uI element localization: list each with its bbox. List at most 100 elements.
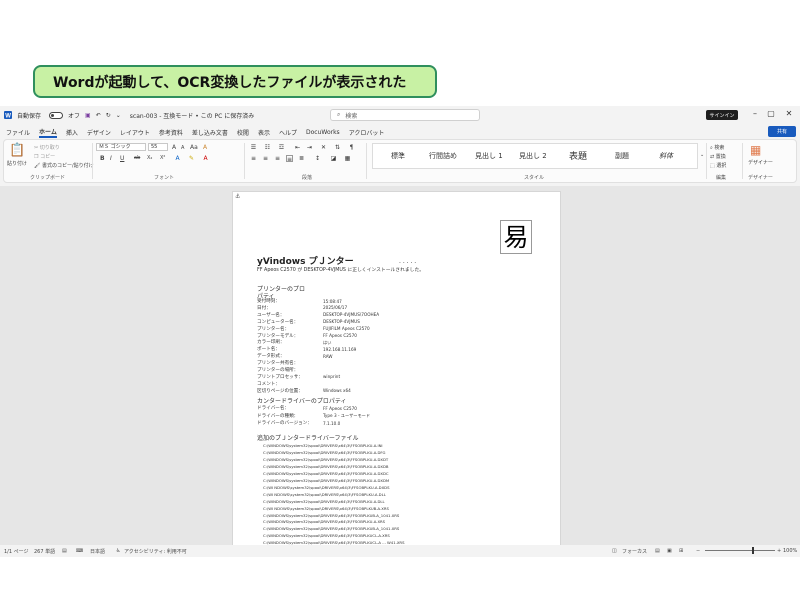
tab-home[interactable]: ホーム: [39, 127, 57, 138]
style-heading-2[interactable]: 見出し 2: [519, 151, 547, 161]
paste-icon[interactable]: 📋: [9, 143, 25, 158]
accessibility-status[interactable]: アクセシビリティ: 利用不可: [124, 548, 187, 555]
style-heading-1[interactable]: 見出し 1: [475, 151, 503, 161]
paste-button[interactable]: 貼り付け: [7, 160, 27, 167]
customize-qat-icon[interactable]: ⌄: [116, 112, 121, 119]
maximize-icon[interactable]: ▢: [764, 109, 778, 118]
save-icon[interactable]: ▣: [85, 112, 91, 119]
shading-icon[interactable]: ◪: [330, 155, 337, 162]
text-effects-icon[interactable]: A: [174, 155, 181, 162]
redo-icon[interactable]: ↻: [106, 112, 111, 119]
tab-help[interactable]: ヘルプ: [279, 128, 297, 137]
replace-button[interactable]: ⇄ 置換: [710, 153, 726, 160]
style-no-spacing[interactable]: 行間詰め: [429, 151, 457, 161]
tab-design[interactable]: デザイン: [87, 128, 111, 137]
style-normal[interactable]: 標準: [391, 151, 405, 161]
bold-button[interactable]: B: [100, 155, 105, 162]
zoom-level[interactable]: 100%: [783, 548, 797, 554]
bullets-icon[interactable]: ☰: [250, 144, 257, 151]
style-title[interactable]: 表題: [569, 149, 587, 162]
focus-icon[interactable]: ◫: [612, 548, 617, 554]
borders-icon[interactable]: ▦: [344, 155, 351, 162]
show-marks-icon[interactable]: ¶: [348, 144, 355, 151]
asian-layout-icon[interactable]: ✕: [320, 144, 327, 151]
font-size-select[interactable]: 55: [148, 143, 168, 151]
cut-button[interactable]: ✂ 切り取り: [34, 144, 60, 151]
minimize-icon[interactable]: –: [748, 109, 762, 118]
document-name[interactable]: scan-003 - 互換モード • この PC に保存済み: [130, 111, 254, 120]
style-gallery-more-icon[interactable]: ⌄: [700, 152, 704, 158]
tab-mailings[interactable]: 差し込み文書: [192, 128, 228, 137]
style-subtitle[interactable]: 副題: [615, 151, 629, 161]
strikethrough-button[interactable]: ab: [134, 155, 140, 161]
justify-icon[interactable]: ≡: [286, 155, 293, 163]
search-input[interactable]: ⌕ 検索: [330, 109, 480, 121]
close-icon[interactable]: ✕: [782, 109, 796, 118]
underline-button[interactable]: U: [120, 155, 124, 162]
superscript-button[interactable]: X²: [160, 155, 165, 161]
line-spacing-icon[interactable]: ↕: [314, 155, 321, 162]
select-button[interactable]: ⬚ 選択: [710, 162, 726, 169]
driver-file-item: C:\WINDOWS\system32\spool\DRIVERS\x64\3\…: [263, 449, 386, 455]
caption-text: Wordが起動して、OCR変換したファイルが表示された: [53, 74, 407, 91]
clear-formatting-button[interactable]: A: [203, 144, 207, 151]
prop-label: ユーザー名：: [257, 312, 285, 318]
change-case-button[interactable]: Aa: [190, 144, 198, 151]
subscript-button[interactable]: X₂: [147, 155, 152, 161]
web-layout-icon[interactable]: ⊞: [679, 548, 683, 554]
distributed-icon[interactable]: ≣: [298, 155, 305, 162]
language[interactable]: 日本語: [90, 548, 105, 555]
designer-button[interactable]: デザイナー: [748, 159, 773, 166]
tab-review[interactable]: 校閲: [237, 128, 249, 137]
tab-docuworks[interactable]: DocuWorks: [306, 129, 340, 136]
highlight-icon[interactable]: ✎: [188, 155, 195, 162]
designer-icon[interactable]: ▦: [750, 143, 761, 157]
tab-acrobat[interactable]: アクロバット: [349, 128, 385, 137]
document-canvas[interactable]: ⚓ 易 yVindows プＪンター . . . . . FF Apeos C2…: [0, 186, 800, 545]
copy-button[interactable]: ❐ コピー: [34, 153, 55, 160]
grow-font-button[interactable]: A: [172, 144, 176, 151]
font-color-icon[interactable]: A: [202, 155, 209, 162]
proofing-icon[interactable]: ▤: [62, 548, 67, 554]
tab-file[interactable]: ファイル: [6, 128, 30, 137]
driver-file-item: C:\WINDOWS\system32\spool\DRIVERS\x64\3\…: [263, 512, 400, 518]
prop-label: 区切りページの位置：: [257, 388, 303, 394]
find-button[interactable]: ⌕ 検索: [710, 144, 724, 151]
format-painter-button[interactable]: 🖌 書式のコピー/貼り付け: [34, 162, 94, 169]
zoom-slider[interactable]: [705, 550, 775, 551]
word-logo-icon: W: [4, 111, 12, 119]
page-count[interactable]: 1/1 ページ: [4, 548, 29, 555]
driver-prop-value: Type 3 - ユーザーモード: [323, 413, 371, 418]
sign-in-button[interactable]: サインイン: [706, 110, 738, 120]
decrease-indent-icon[interactable]: ⇤: [294, 144, 301, 151]
ocr-image-glyph[interactable]: 易: [500, 220, 532, 254]
focus-mode[interactable]: フォーカス: [622, 548, 647, 555]
autosave-toggle[interactable]: [46, 111, 64, 119]
tab-view[interactable]: 表示: [258, 128, 270, 137]
style-emphasis[interactable]: 斜体: [659, 151, 673, 161]
document-page[interactable]: ⚓ 易 yVindows プＪンター . . . . . FF Apeos C2…: [232, 191, 561, 545]
multilevel-list-icon[interactable]: ☲: [278, 144, 285, 151]
tab-references[interactable]: 参考資料: [159, 128, 183, 137]
sort-icon[interactable]: ⇅: [334, 144, 341, 151]
numbering-icon[interactable]: ☷: [264, 144, 271, 151]
align-center-icon[interactable]: ≡: [262, 155, 269, 162]
align-right-icon[interactable]: ≡: [274, 155, 281, 162]
files-heading: 追加のプＪンタードライバーファイル: [257, 435, 359, 442]
driver-file-item: C:\WINDOWS\system32\spool\DRIVERS\x64\3\…: [263, 443, 383, 448]
align-left-icon[interactable]: ≡: [250, 155, 257, 162]
read-mode-icon[interactable]: ▤: [655, 548, 660, 554]
print-layout-icon[interactable]: ▣: [667, 548, 672, 554]
tab-insert[interactable]: 挿入: [66, 128, 78, 137]
zoom-in-button[interactable]: +: [777, 548, 781, 554]
zoom-slider-thumb[interactable]: [752, 547, 754, 554]
word-count[interactable]: 267 単語: [34, 548, 55, 555]
italic-button[interactable]: I: [110, 155, 112, 162]
share-button[interactable]: 共有: [768, 126, 796, 137]
undo-icon[interactable]: ↶: [96, 112, 101, 119]
increase-indent-icon[interactable]: ⇥: [306, 144, 313, 151]
zoom-out-button[interactable]: −: [696, 548, 700, 554]
shrink-font-button[interactable]: A: [181, 145, 184, 151]
tab-layout[interactable]: レイアウト: [120, 128, 150, 137]
font-name-select[interactable]: ＭＳ ゴシック: [96, 143, 146, 151]
